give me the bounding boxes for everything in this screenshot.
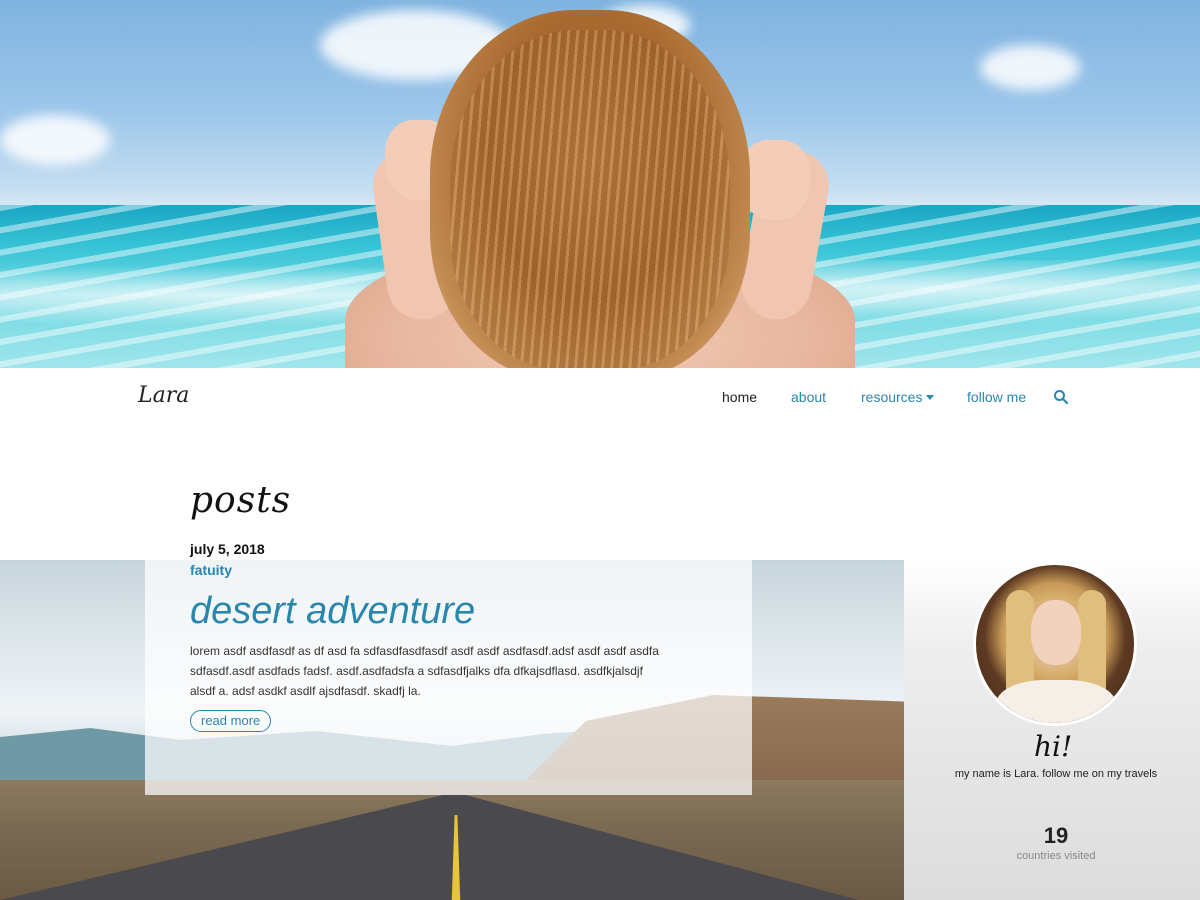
nav-about[interactable]: about — [791, 389, 826, 405]
hero-image — [0, 0, 1200, 368]
nav-resources-dropdown[interactable]: resources — [861, 389, 935, 405]
nav-resources-label: resources — [861, 389, 923, 405]
post-title[interactable]: desert adventure — [190, 590, 475, 633]
avatar — [973, 562, 1137, 726]
post-category[interactable]: fatuity — [190, 562, 232, 578]
search-icon[interactable] — [1053, 389, 1069, 405]
nav-home[interactable]: home — [722, 389, 757, 405]
brand-logo[interactable]: Lara — [138, 383, 189, 408]
nav-follow-me[interactable]: follow me — [967, 389, 1026, 405]
caret-down-icon — [926, 395, 935, 400]
posts-heading: posts — [190, 480, 292, 521]
profile-tagline: my name is Lara. follow me on my travels — [954, 768, 1158, 780]
countries-label: countries visited — [1016, 850, 1096, 862]
read-more-button[interactable]: read more — [190, 710, 272, 732]
post-excerpt: lorem asdf asdfasdf as df asd fa sdfasdf… — [190, 644, 659, 698]
profile-greeting: hi! — [1034, 730, 1073, 763]
post-date: july 5, 2018 — [190, 541, 265, 557]
countries-count: 19 — [1043, 823, 1069, 848]
